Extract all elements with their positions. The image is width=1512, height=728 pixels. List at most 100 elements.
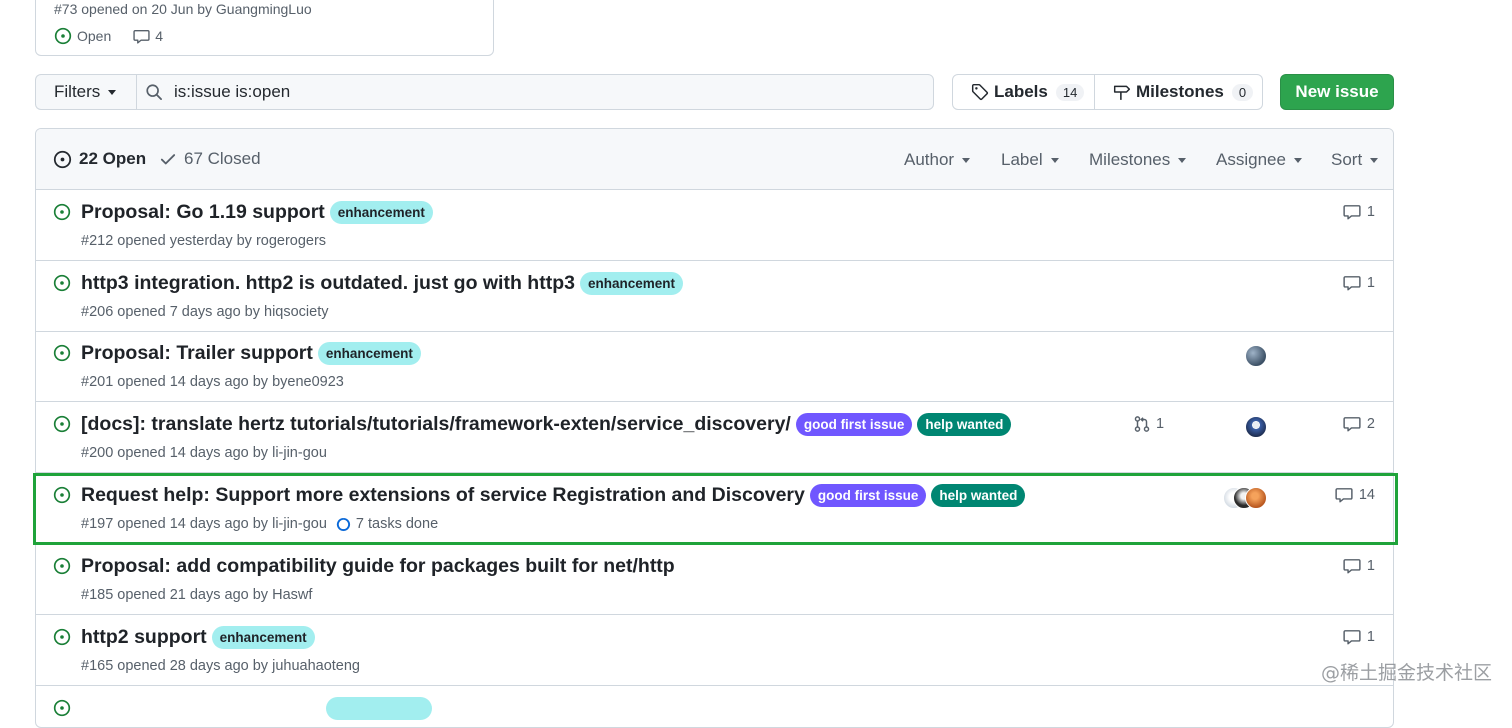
issue-row[interactable] bbox=[36, 686, 1393, 727]
label-help-wanted[interactable]: help wanted bbox=[917, 413, 1012, 436]
milestones-button[interactable]: Milestones 0 bbox=[1095, 74, 1263, 110]
comment-icon bbox=[1343, 628, 1367, 646]
assignee-filter-label: Assignee bbox=[1216, 150, 1286, 169]
issue-author-link[interactable]: li-jin-gou bbox=[272, 445, 327, 461]
issue-title-link[interactable]: Proposal: Trailer support bbox=[81, 342, 313, 365]
issue-title-link[interactable]: http3 integration. http2 is outdated. ju… bbox=[81, 272, 575, 295]
issue-open-icon bbox=[53, 628, 71, 646]
issue-author-link[interactable]: rogerogers bbox=[256, 233, 326, 249]
filter-bar: Filters bbox=[35, 74, 934, 110]
comment-count: 1 bbox=[1366, 629, 1375, 645]
assignee-filter-dropdown[interactable]: Assignee bbox=[1216, 150, 1302, 170]
comment-icon bbox=[1343, 274, 1367, 292]
task-progress-label: 7 tasks done bbox=[355, 516, 439, 532]
milestone-icon bbox=[1113, 83, 1136, 101]
issue-row[interactable]: Proposal: Go 1.19 support enhancement #2… bbox=[36, 190, 1393, 261]
author-filter-dropdown[interactable]: Author bbox=[904, 150, 971, 170]
issue-comments-link[interactable]: 1 bbox=[1343, 628, 1375, 646]
pinned-issue-meta: #73 opened on 20 Jun by GuangmingLuo bbox=[54, 1, 312, 17]
comment-count: 1 bbox=[1366, 558, 1375, 574]
pinned-issue-card[interactable]: #73 opened on 20 Jun by GuangmingLuo Ope… bbox=[35, 0, 494, 56]
issue-author-link[interactable]: li-jin-gou bbox=[272, 516, 327, 532]
issue-meta-text: #165 opened 28 days ago by bbox=[81, 658, 269, 674]
closed-count-label: 67 Closed bbox=[184, 149, 261, 168]
label-good-first-issue[interactable]: good first issue bbox=[795, 413, 913, 436]
comment-count: 1 bbox=[1366, 204, 1375, 220]
sort-dropdown[interactable]: Sort bbox=[1331, 150, 1379, 170]
issue-title-link[interactable]: Proposal: add compatibility guide for pa… bbox=[81, 555, 675, 578]
issue-title-link[interactable]: http2 support bbox=[81, 626, 207, 649]
pinned-issue-status: Open 4 bbox=[54, 27, 163, 45]
label-good-first-issue[interactable]: good first issue bbox=[809, 484, 927, 507]
new-issue-button[interactable]: New issue bbox=[1280, 74, 1394, 110]
task-progress[interactable]: 7 tasks done bbox=[336, 516, 438, 532]
labels-milestones-group: Labels 14 Milestones 0 bbox=[952, 74, 1263, 110]
issue-row[interactable]: Request help: Support more extensions of… bbox=[36, 473, 1393, 544]
assignee-avatar[interactable] bbox=[1245, 487, 1267, 509]
issues-list-header: 22 Open 67 Closed Author Label Milestone… bbox=[36, 129, 1393, 190]
issue-comments-link[interactable]: 14 bbox=[1335, 486, 1375, 504]
issue-meta-text: #197 opened 14 days ago by bbox=[81, 516, 269, 532]
issue-meta: #201 opened 14 days ago by byene0923 bbox=[81, 374, 344, 390]
labels-count: 14 bbox=[1055, 83, 1085, 101]
milestones-filter-dropdown[interactable]: Milestones bbox=[1089, 150, 1187, 170]
caret-down-icon bbox=[1293, 157, 1302, 163]
author-filter-label: Author bbox=[904, 150, 955, 169]
caret-down-icon bbox=[1370, 157, 1379, 163]
labels-label: Labels bbox=[994, 82, 1048, 101]
comment-count: 1 bbox=[1366, 275, 1375, 291]
comment-count: 2 bbox=[1366, 416, 1375, 432]
search-box[interactable] bbox=[136, 74, 934, 110]
issue-comments-link[interactable]: 2 bbox=[1343, 415, 1375, 433]
label-enhancement[interactable]: enhancement bbox=[579, 272, 683, 295]
issue-open-icon bbox=[53, 557, 71, 575]
sort-label: Sort bbox=[1331, 150, 1363, 169]
issue-comments-link[interactable]: 1 bbox=[1343, 274, 1375, 292]
issue-row[interactable]: http3 integration. http2 is outdated. ju… bbox=[36, 261, 1393, 332]
comment-icon bbox=[1335, 486, 1359, 504]
issue-open-icon bbox=[53, 274, 71, 292]
issue-open-icon bbox=[53, 203, 71, 221]
issue-title-link[interactable]: Request help: Support more extensions of… bbox=[81, 484, 805, 507]
issue-row[interactable]: Proposal: add compatibility guide for pa… bbox=[36, 544, 1393, 615]
label-enhancement[interactable]: enhancement bbox=[329, 201, 433, 224]
label-help-wanted[interactable]: help wanted bbox=[931, 484, 1026, 507]
watermark-text: @稀土掘金技术社区 bbox=[1320, 662, 1492, 684]
issue-comments-link[interactable]: 1 bbox=[1343, 557, 1375, 575]
issue-row[interactable]: http2 support enhancement #165 opened 28… bbox=[36, 615, 1393, 686]
pinned-comment-count[interactable]: 4 bbox=[155, 28, 163, 44]
issue-meta: #212 opened yesterday by rogerogers bbox=[81, 233, 326, 249]
closed-issues-tab[interactable]: 67 Closed bbox=[159, 149, 261, 169]
comment-icon bbox=[1343, 557, 1367, 575]
issue-title-link[interactable]: Proposal: Go 1.19 support bbox=[81, 201, 325, 224]
issue-author-link[interactable]: Haswf bbox=[272, 587, 312, 603]
comment-icon bbox=[1343, 415, 1367, 433]
issue-open-icon bbox=[53, 699, 71, 717]
open-issues-tab[interactable]: 22 Open bbox=[53, 149, 146, 169]
milestones-filter-label: Milestones bbox=[1089, 150, 1171, 169]
filters-dropdown-button[interactable]: Filters bbox=[35, 74, 136, 110]
caret-down-icon bbox=[108, 89, 117, 95]
issue-author-link[interactable]: byene0923 bbox=[272, 374, 344, 390]
label-enhancement[interactable]: enhancement bbox=[211, 626, 315, 649]
issue-meta-text: #200 opened 14 days ago by bbox=[81, 445, 269, 461]
label-filter-dropdown[interactable]: Label bbox=[1001, 150, 1059, 170]
labels-button[interactable]: Labels 14 bbox=[952, 74, 1095, 110]
issue-title-link[interactable]: [docs]: translate hertz tutorials/tutori… bbox=[81, 413, 791, 436]
issue-row[interactable]: [docs]: translate hertz tutorials/tutori… bbox=[36, 402, 1393, 473]
issue-author-link[interactable]: juhuahaoteng bbox=[272, 658, 360, 674]
label-enhancement[interactable] bbox=[326, 697, 432, 720]
label-filter-label: Label bbox=[1001, 150, 1043, 169]
comment-icon bbox=[133, 28, 155, 45]
issue-meta-text: #212 opened yesterday by bbox=[81, 233, 252, 249]
caret-down-icon bbox=[962, 157, 971, 163]
issue-author-link[interactable]: hiqsociety bbox=[264, 304, 328, 320]
label-enhancement[interactable]: enhancement bbox=[317, 342, 421, 365]
search-input[interactable] bbox=[172, 81, 872, 103]
assignee-avatar[interactable] bbox=[1245, 345, 1267, 367]
issue-comments-link[interactable]: 1 bbox=[1343, 203, 1375, 221]
issue-row[interactable]: Proposal: Trailer support enhancement #2… bbox=[36, 331, 1393, 402]
comment-count: 14 bbox=[1358, 487, 1375, 503]
linked-pull-requests-link[interactable]: 1 bbox=[1133, 415, 1164, 433]
assignee-avatar[interactable] bbox=[1245, 416, 1267, 438]
